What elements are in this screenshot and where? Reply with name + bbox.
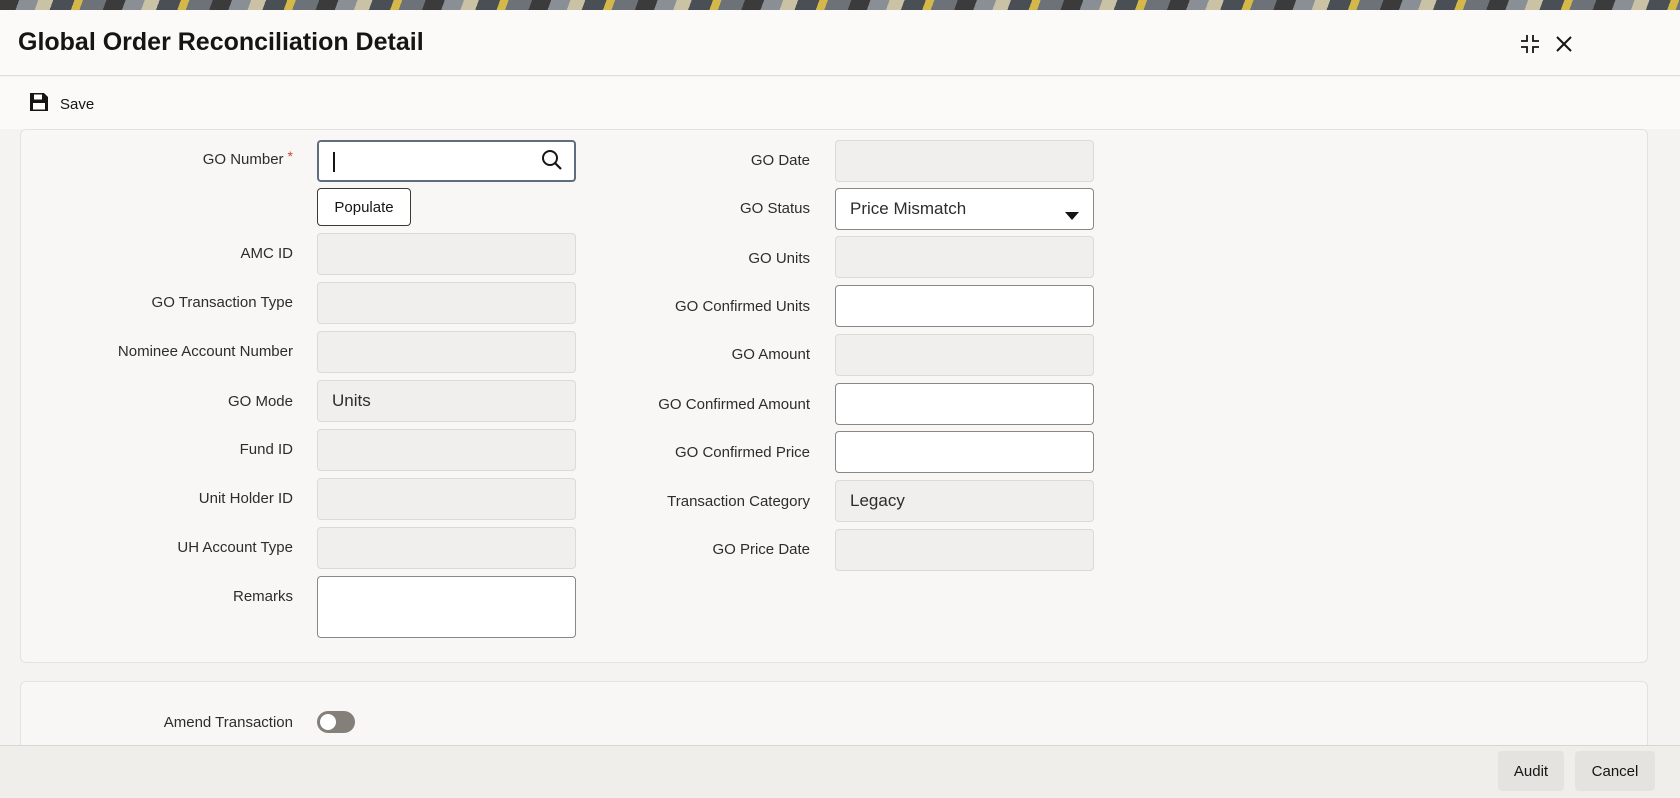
go-confirmed-price-label: GO Confirmed Price [674, 444, 810, 461]
go-status-select[interactable]: Price Mismatch [835, 188, 1094, 230]
fund-id-label: Fund ID [239, 441, 293, 458]
caret-down-icon [1065, 205, 1079, 225]
page-title: Global Order Reconciliation Detail [18, 28, 424, 56]
go-number-input[interactable] [317, 140, 576, 182]
toolbar: Save [0, 77, 1680, 129]
transaction-category-field: Legacy [835, 480, 1094, 522]
audit-button[interactable]: Audit [1498, 751, 1564, 791]
footer-bar: Audit Cancel [0, 745, 1680, 798]
amc-id-label: AMC ID [240, 245, 294, 262]
go-mode-field: Units [317, 380, 576, 422]
nominee-account-number-label: Nominee Account Number [117, 343, 293, 360]
go-amount-field [835, 334, 1094, 376]
unit-holder-id-field [317, 478, 576, 520]
go-units-label: GO Units [748, 250, 810, 267]
save-button[interactable]: Save [28, 91, 94, 117]
go-units-field [835, 236, 1094, 278]
uh-account-type-label: UH Account Type [177, 539, 293, 556]
search-icon[interactable] [540, 148, 564, 177]
go-confirmed-amount-label: GO Confirmed Amount [658, 396, 810, 413]
go-date-field [835, 140, 1094, 182]
populate-button[interactable]: Populate [317, 188, 411, 226]
save-label: Save [60, 95, 95, 113]
remarks-label: Remarks [232, 588, 293, 605]
go-amount-label: GO Amount [731, 346, 810, 363]
amend-transaction-label: Amend Transaction [163, 714, 293, 731]
toggle-knob [320, 714, 336, 730]
go-status-label: GO Status [739, 200, 810, 217]
go-price-date-field [835, 529, 1094, 571]
go-transaction-type-label: GO Transaction Type [151, 294, 293, 311]
nominee-account-number-field [317, 331, 576, 373]
transaction-category-label: Transaction Category [667, 493, 810, 510]
go-confirmed-price-input[interactable] [835, 431, 1094, 473]
go-date-label: GO Date [750, 152, 810, 169]
go-mode-label: GO Mode [227, 393, 293, 410]
go-confirmed-units-label: GO Confirmed Units [674, 298, 810, 315]
floppy-disk-icon [28, 91, 50, 117]
fund-id-field [317, 429, 576, 471]
amend-transaction-toggle[interactable] [317, 711, 355, 733]
cancel-button[interactable]: Cancel [1575, 751, 1655, 791]
go-confirmed-units-input[interactable] [835, 285, 1094, 327]
unit-holder-id-label: Unit Holder ID [198, 490, 293, 507]
go-transaction-type-field [317, 282, 576, 324]
go-number-label: GO Number * [202, 148, 293, 168]
uh-account-type-field [317, 527, 576, 569]
minimize-icon[interactable] [1516, 30, 1544, 58]
window-header: Global Order Reconciliation Detail [0, 10, 1680, 76]
close-icon[interactable] [1550, 30, 1578, 58]
text-caret [333, 152, 335, 172]
remarks-textarea[interactable] [317, 576, 576, 638]
amc-id-field [317, 233, 576, 275]
go-price-date-label: GO Price Date [712, 541, 810, 558]
go-confirmed-amount-input[interactable] [835, 383, 1094, 425]
decorative-banner [0, 0, 1680, 10]
required-marker: * [287, 148, 293, 164]
